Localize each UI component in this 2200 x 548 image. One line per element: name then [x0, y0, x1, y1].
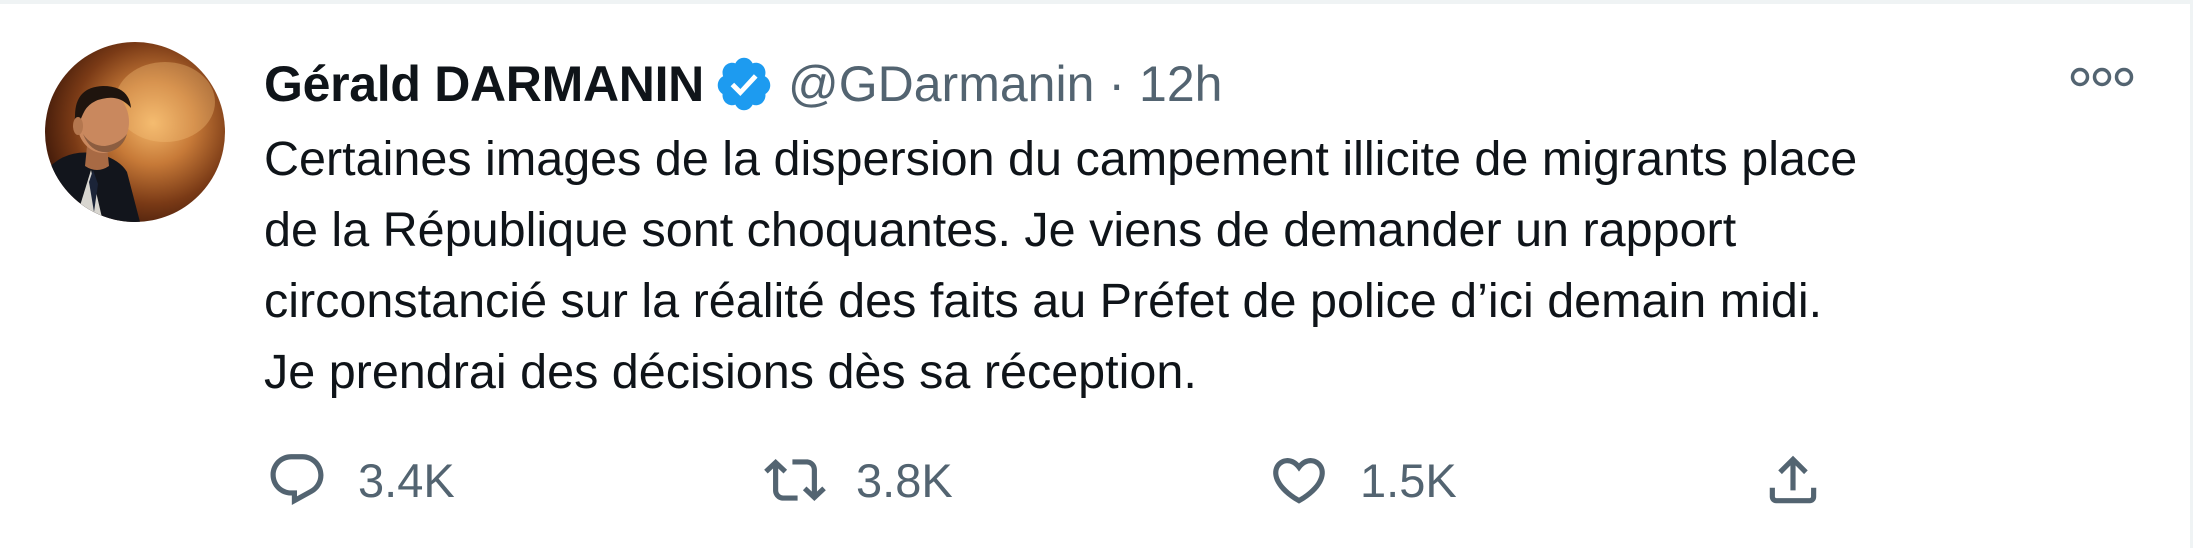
- reply-button[interactable]: 3.4K: [266, 448, 455, 512]
- tweet-text-line: Certaines images de la dispersion du cam…: [264, 132, 1858, 186]
- tweet-header: Gérald DARMANIN @GDarmanin · 12h: [264, 44, 2164, 124]
- share-icon: [1769, 455, 1817, 504]
- author-handle[interactable]: @GDarmanin: [788, 44, 1094, 124]
- author-name[interactable]: Gérald DARMANIN: [264, 44, 704, 124]
- tweet-text-line: de la République sont choquantes. Je vie…: [264, 203, 1737, 257]
- tweet-actions: 3.4K 3.8K 1.5K: [0, 448, 2190, 512]
- avatar[interactable]: [45, 42, 225, 222]
- retweet-icon: [764, 459, 826, 501]
- avatar-portrait: [45, 62, 215, 222]
- heart-icon: [1273, 458, 1325, 504]
- tweet-text-line: Je prendrai des décisions dès sa récepti…: [264, 345, 1197, 399]
- retweet-button[interactable]: 3.8K: [764, 448, 953, 512]
- separator-dot: ·: [1108, 56, 1126, 112]
- verified-badge-icon: [714, 54, 774, 114]
- tweet-card[interactable]: Gérald DARMANIN @GDarmanin · 12h Certain…: [0, 0, 2190, 548]
- more-options-icon[interactable]: [2068, 62, 2136, 92]
- tweet-timestamp[interactable]: 12h: [1139, 44, 1222, 124]
- tweet-text: Certaines images de la dispersion du cam…: [264, 124, 2164, 408]
- reply-icon: [270, 454, 324, 506]
- share-button[interactable]: [1762, 448, 1824, 512]
- reply-count: 3.4K: [358, 453, 455, 507]
- retweet-count: 3.8K: [856, 453, 953, 507]
- tweet-content: Gérald DARMANIN @GDarmanin · 12h Certain…: [264, 44, 2164, 408]
- like-count: 1.5K: [1360, 453, 1457, 507]
- tweet-text-line: circonstancié sur la réalité des faits a…: [264, 274, 1823, 328]
- like-button[interactable]: 1.5K: [1268, 448, 1457, 512]
